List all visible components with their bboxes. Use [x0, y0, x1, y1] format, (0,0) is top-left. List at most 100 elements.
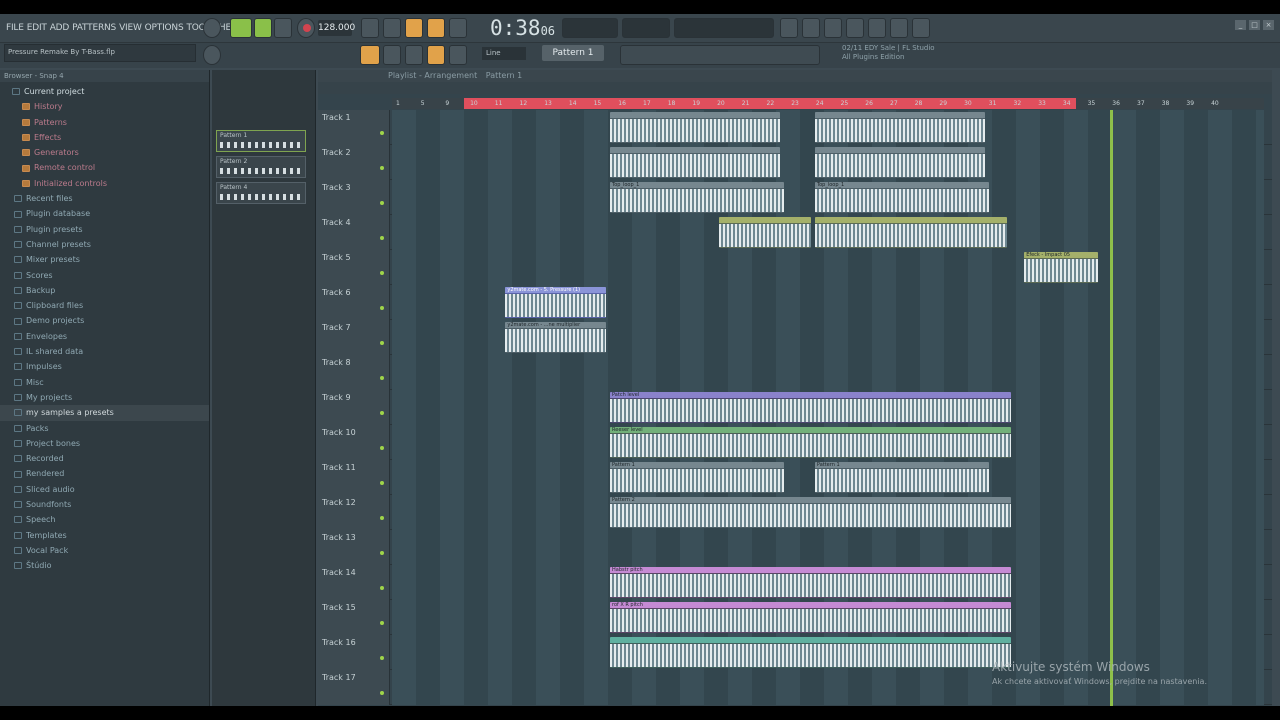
track-header[interactable]: Track 15 — [318, 600, 390, 635]
plugin-picker-button[interactable] — [890, 18, 908, 38]
countdown-button[interactable] — [405, 18, 423, 38]
browser-item[interactable]: Current project — [0, 84, 209, 99]
close-icon[interactable]: × — [1263, 20, 1274, 30]
playlist-clip[interactable]: Pattern 1 — [814, 462, 990, 493]
view-mixer-button[interactable] — [780, 18, 798, 38]
track-header[interactable]: Track 16 — [318, 635, 390, 670]
playlist-clip[interactable]: Top_loop_1 — [610, 182, 785, 213]
track-mute-led[interactable] — [380, 271, 384, 275]
cpu-meter-icon[interactable] — [203, 18, 221, 38]
picker-item[interactable]: Pattern 1 — [216, 130, 306, 152]
browser-item[interactable]: Impulses — [0, 359, 209, 374]
pattern-song-toggle[interactable] — [230, 18, 252, 38]
playlist-clip[interactable] — [814, 112, 985, 143]
browser-item[interactable]: Clipboard files — [0, 298, 209, 313]
menu-options[interactable]: OPTIONS — [145, 23, 184, 33]
playlist-clip[interactable]: y2mate.com - 5. Pressure (1) — [505, 287, 606, 318]
view-channel-rack-button[interactable] — [802, 18, 820, 38]
track-header[interactable]: Track 12 — [318, 495, 390, 530]
playlist-clip[interactable]: Reeser level — [610, 427, 1012, 458]
track-lane[interactable]: y2mate.com - ...ne multiplier — [392, 320, 1264, 355]
playlist-clip[interactable]: Efeck - Impact 05 — [1024, 252, 1099, 283]
view-buttons-group[interactable] — [620, 45, 820, 65]
track-lane[interactable] — [392, 215, 1264, 250]
browser-item[interactable]: Soundfonts — [0, 497, 209, 512]
track-header[interactable]: Track 11 — [318, 460, 390, 495]
track-header[interactable]: Track 5 — [318, 250, 390, 285]
track-header[interactable]: Track 4 — [318, 215, 390, 250]
track-header[interactable]: Track 8 — [318, 355, 390, 390]
track-header[interactable]: Track 7 — [318, 320, 390, 355]
browser-item[interactable]: Plugin database — [0, 206, 209, 221]
playlist-clip[interactable] — [610, 637, 1012, 668]
track-mute-led[interactable] — [380, 306, 384, 310]
playlist-clip[interactable]: Habstr pitch — [610, 567, 1012, 598]
track-header[interactable]: Track 14 — [318, 565, 390, 600]
track-header[interactable]: Track 9 — [318, 390, 390, 425]
menu-edit[interactable]: EDIT — [27, 23, 47, 33]
loop-record-button[interactable] — [449, 18, 467, 38]
browser-item[interactable]: Misc — [0, 375, 209, 390]
browser-item[interactable]: Sliced audio — [0, 482, 209, 497]
track-mute-led[interactable] — [380, 656, 384, 660]
track-header[interactable]: Track 6 — [318, 285, 390, 320]
browser-item[interactable]: Initialized controls — [0, 176, 209, 191]
playlist-clip[interactable] — [610, 147, 781, 178]
track-lane[interactable] — [392, 355, 1264, 390]
menu-add[interactable]: ADD — [50, 23, 70, 33]
draw-tool-icon[interactable] — [405, 45, 423, 65]
track-lane[interactable] — [392, 110, 1264, 145]
playlist-clip[interactable]: rof X R pitch — [610, 602, 1012, 633]
arrow-tool-icon[interactable] — [383, 45, 401, 65]
browser-item[interactable]: IL shared data — [0, 344, 209, 359]
playlist-clip[interactable]: Pattern 1 — [610, 462, 785, 493]
playlist-clip[interactable]: Pattern 2 — [610, 497, 1012, 528]
news-panel[interactable]: 02/11 EDY Sale | FL Studio All Plugins E… — [842, 44, 935, 62]
track-mute-led[interactable] — [380, 691, 384, 695]
step-edit-button[interactable] — [427, 18, 445, 38]
browser-item[interactable]: Recent files — [0, 191, 209, 206]
browser-item[interactable]: Rendered — [0, 466, 209, 481]
minimize-icon[interactable]: _ — [1235, 20, 1246, 30]
track-mute-led[interactable] — [380, 516, 384, 520]
track-header[interactable]: Track 2 — [318, 145, 390, 180]
track-lane[interactable]: y2mate.com - 5. Pressure (1) — [392, 285, 1264, 320]
track-mute-led[interactable] — [380, 166, 384, 170]
pattern-selector[interactable]: Pattern 1 — [542, 45, 604, 61]
browser-item[interactable]: Patterns — [0, 115, 209, 130]
playlist-clip[interactable] — [719, 217, 811, 248]
track-lane[interactable]: Efeck - Impact 05 — [392, 250, 1264, 285]
track-header[interactable]: Track 17 — [318, 670, 390, 705]
metronome-button[interactable] — [361, 18, 379, 38]
play-button[interactable] — [254, 18, 272, 38]
save-button[interactable] — [868, 18, 886, 38]
track-mute-led[interactable] — [380, 481, 384, 485]
browser-item[interactable]: Channel presets — [0, 237, 209, 252]
track-lane[interactable] — [392, 530, 1264, 565]
track-lane[interactable]: Reeser level — [392, 425, 1264, 460]
record-button[interactable] — [297, 18, 315, 38]
menu-file[interactable]: FILE — [6, 23, 24, 33]
browser-item[interactable]: Scores — [0, 268, 209, 283]
track-mute-led[interactable] — [380, 621, 384, 625]
playlist-clip[interactable]: Top_loop_1 — [814, 182, 990, 213]
browser-item[interactable]: my samples a presets — [0, 405, 209, 421]
wait-input-button[interactable] — [383, 18, 401, 38]
browser-item[interactable]: Effects — [0, 130, 209, 145]
browser-item[interactable]: Templates — [0, 528, 209, 543]
browser-item[interactable]: Generators — [0, 145, 209, 160]
playlist-view-button[interactable] — [360, 45, 380, 65]
track-mute-led[interactable] — [380, 341, 384, 345]
browser-item[interactable]: My projects — [0, 390, 209, 405]
track-mute-led[interactable] — [380, 236, 384, 240]
browser-item[interactable]: Backup — [0, 283, 209, 298]
timeline-ruler[interactable]: 1 5 9 10 11 12 13 14 15 16 17 18 19 20 21 22 23 24 25 26 27 2… — [392, 98, 1264, 109]
master-volume[interactable] — [622, 18, 670, 38]
link-icon[interactable] — [427, 45, 445, 65]
track-lane[interactable] — [392, 145, 1264, 180]
help-button[interactable] — [846, 18, 864, 38]
stamp-icon[interactable] — [449, 45, 467, 65]
playhead[interactable] — [1110, 110, 1113, 706]
track-lane[interactable]: Pattern 1 Pattern 1 — [392, 460, 1264, 495]
track-mute-led[interactable] — [380, 201, 384, 205]
